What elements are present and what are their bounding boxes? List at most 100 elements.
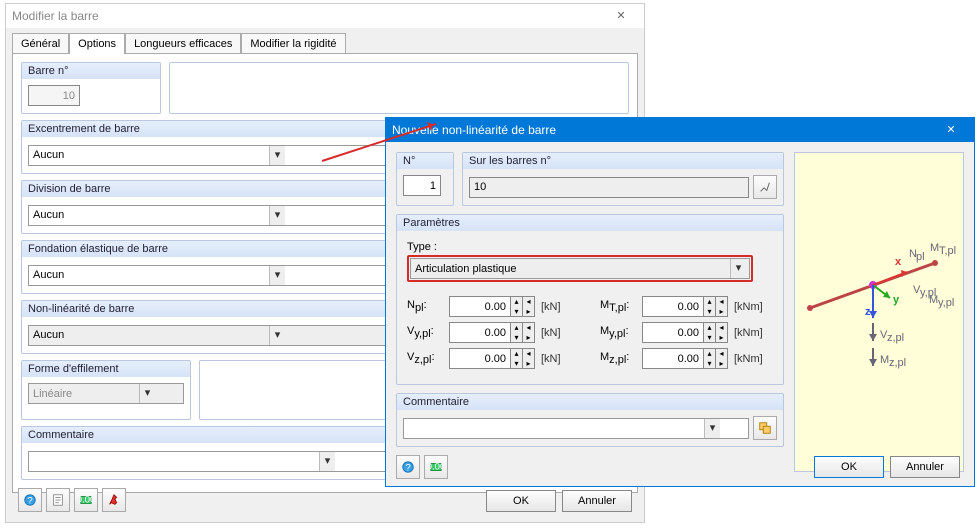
forme-value[interactable] <box>29 384 139 403</box>
svg-text:z,pl: z,pl <box>887 332 904 344</box>
chevron-down-icon: ▾ <box>704 419 720 438</box>
vzpl-spinner[interactable]: ▴▾◂▸ <box>449 348 535 369</box>
npl-label: Npl: <box>407 299 443 314</box>
mtpl-spinner[interactable]: ▴▾◂▸ <box>642 296 728 317</box>
type-label: Type : <box>407 241 773 253</box>
params-group: Paramètres Type : ▾ Npl: ▴▾◂▸ <box>396 214 784 385</box>
notes-icon[interactable] <box>46 488 70 512</box>
vypl-label: Vy,pl: <box>407 325 443 340</box>
titlebar: Nouvelle non-linéarité de barre ✕ <box>386 118 974 142</box>
comment-label: Commentaire <box>397 394 783 410</box>
svg-text:M: M <box>930 242 939 254</box>
dialog-content: N° Sur les barres n° Paramètres Type : <box>386 142 974 482</box>
ok-button[interactable]: OK <box>814 456 884 478</box>
svg-text:pl: pl <box>916 251 925 263</box>
svg-text:x: x <box>895 256 902 268</box>
type-combo[interactable]: ▾ <box>410 258 750 279</box>
svg-text:?: ? <box>27 496 32 507</box>
bars-label: Sur les barres n° <box>463 153 783 169</box>
ok-button[interactable]: OK <box>486 490 556 512</box>
cancel-button[interactable]: Annuler <box>562 490 632 512</box>
svg-text:0.00: 0.00 <box>429 462 443 473</box>
excent-value[interactable] <box>29 146 269 165</box>
mzpl-input[interactable] <box>642 348 704 369</box>
comment-input[interactable] <box>404 419 704 438</box>
param-vzpl: Vz,pl: ▴▾◂▸ [kN] <box>407 348 580 369</box>
preview-panel: x y z Npl MT,pl Vy,pl My,pl Vz,pl Mz,pl <box>794 152 964 472</box>
mtpl-label: MT,pl: <box>600 299 636 314</box>
tab-stiffness[interactable]: Modifier la rigidité <box>241 33 345 54</box>
empty-group <box>169 62 629 114</box>
cancel-button[interactable]: Annuler <box>890 456 960 478</box>
units-icon[interactable]: 0.00 <box>74 488 98 512</box>
close-icon[interactable]: ✕ <box>604 5 638 27</box>
preview-diagram: x y z Npl MT,pl Vy,pl My,pl Vz,pl Mz,pl <box>795 153 965 453</box>
type-value[interactable] <box>411 259 730 278</box>
comment-input[interactable] <box>29 452 319 471</box>
barre-no-input[interactable] <box>28 85 80 106</box>
chevron-down-icon: ▾ <box>269 326 285 345</box>
param-vypl: Vy,pl: ▴▾◂▸ [kN] <box>407 322 580 343</box>
new-nonlinearity-dialog: Nouvelle non-linéarité de barre ✕ N° Sur… <box>385 117 975 487</box>
help-icon[interactable]: ? <box>396 455 420 479</box>
svg-text:T,pl: T,pl <box>939 245 956 257</box>
division-value[interactable] <box>29 206 269 225</box>
comment-group: Commentaire ▾ <box>396 393 784 447</box>
chevron-down-icon: ▾ <box>269 206 285 225</box>
dialog-buttons: OK Annuler <box>486 490 632 512</box>
forme-label: Forme d'effilement <box>22 361 190 377</box>
param-mypl: My,pl: ▴▾◂▸ [kNm] <box>600 322 773 343</box>
vzpl-label: Vz,pl: <box>407 351 443 366</box>
barre-no-group: Barre n° <box>21 62 161 114</box>
bars-group: Sur les barres n° <box>462 152 784 206</box>
vzpl-unit: [kN] <box>541 353 575 365</box>
close-icon[interactable]: ✕ <box>934 119 968 141</box>
svg-text:z: z <box>865 306 871 318</box>
no-input[interactable] <box>403 175 441 196</box>
mypl-input[interactable] <box>642 322 704 343</box>
dialog-title: Nouvelle non-linéarité de barre <box>392 123 934 137</box>
mypl-label: My,pl: <box>600 325 636 340</box>
param-mtpl: MT,pl: ▴▾◂▸ [kNm] <box>600 296 773 317</box>
comment-combo[interactable]: ▾ <box>403 418 749 439</box>
no-label: N° <box>397 153 453 169</box>
help-icon[interactable]: ? <box>18 488 42 512</box>
barre-no-label: Barre n° <box>22 63 160 79</box>
mzpl-unit: [kNm] <box>734 353 768 365</box>
mypl-spinner[interactable]: ▴▾◂▸ <box>642 322 728 343</box>
pick-icon[interactable] <box>753 175 777 199</box>
dialog-title: Modifier la barre <box>12 9 604 23</box>
mzpl-spinner[interactable]: ▴▾◂▸ <box>642 348 728 369</box>
svg-text:z,pl: z,pl <box>889 357 906 369</box>
chevron-down-icon: ▾ <box>269 266 285 285</box>
svg-text:y,pl: y,pl <box>938 297 954 309</box>
param-mzpl: Mz,pl: ▴▾◂▸ [kNm] <box>600 348 773 369</box>
vypl-unit: [kN] <box>541 327 575 339</box>
chevron-down-icon: ▾ <box>319 452 335 471</box>
fondation-value[interactable] <box>29 266 269 285</box>
svg-text:M: M <box>880 354 889 366</box>
vypl-spinner[interactable]: ▴▾◂▸ <box>449 322 535 343</box>
pushpin-icon[interactable] <box>102 488 126 512</box>
comment-pick-icon[interactable] <box>753 416 777 440</box>
chevron-down-icon: ▾ <box>730 259 746 278</box>
bars-input[interactable] <box>469 177 749 198</box>
vypl-input[interactable] <box>449 322 511 343</box>
nonlin-value[interactable] <box>29 326 269 345</box>
tab-options[interactable]: Options <box>69 33 125 54</box>
chevron-down-icon: ▾ <box>139 384 155 403</box>
tabs: Général Options Longueurs efficaces Modi… <box>6 28 644 53</box>
titlebar: Modifier la barre ✕ <box>6 4 644 28</box>
mtpl-input[interactable] <box>642 296 704 317</box>
tab-lengths[interactable]: Longueurs efficaces <box>125 33 241 54</box>
mypl-unit: [kNm] <box>734 327 768 339</box>
units-icon[interactable]: 0.00 <box>424 455 448 479</box>
npl-spinner[interactable]: ▴▾◂▸ <box>449 296 535 317</box>
tab-general[interactable]: Général <box>12 33 69 54</box>
vzpl-input[interactable] <box>449 348 511 369</box>
npl-input[interactable] <box>449 296 511 317</box>
svg-text:?: ? <box>405 463 410 474</box>
forme-combo[interactable]: ▾ <box>28 383 184 404</box>
params-label: Paramètres <box>397 215 783 231</box>
param-npl: Npl: ▴▾◂▸ [kN] <box>407 296 580 317</box>
